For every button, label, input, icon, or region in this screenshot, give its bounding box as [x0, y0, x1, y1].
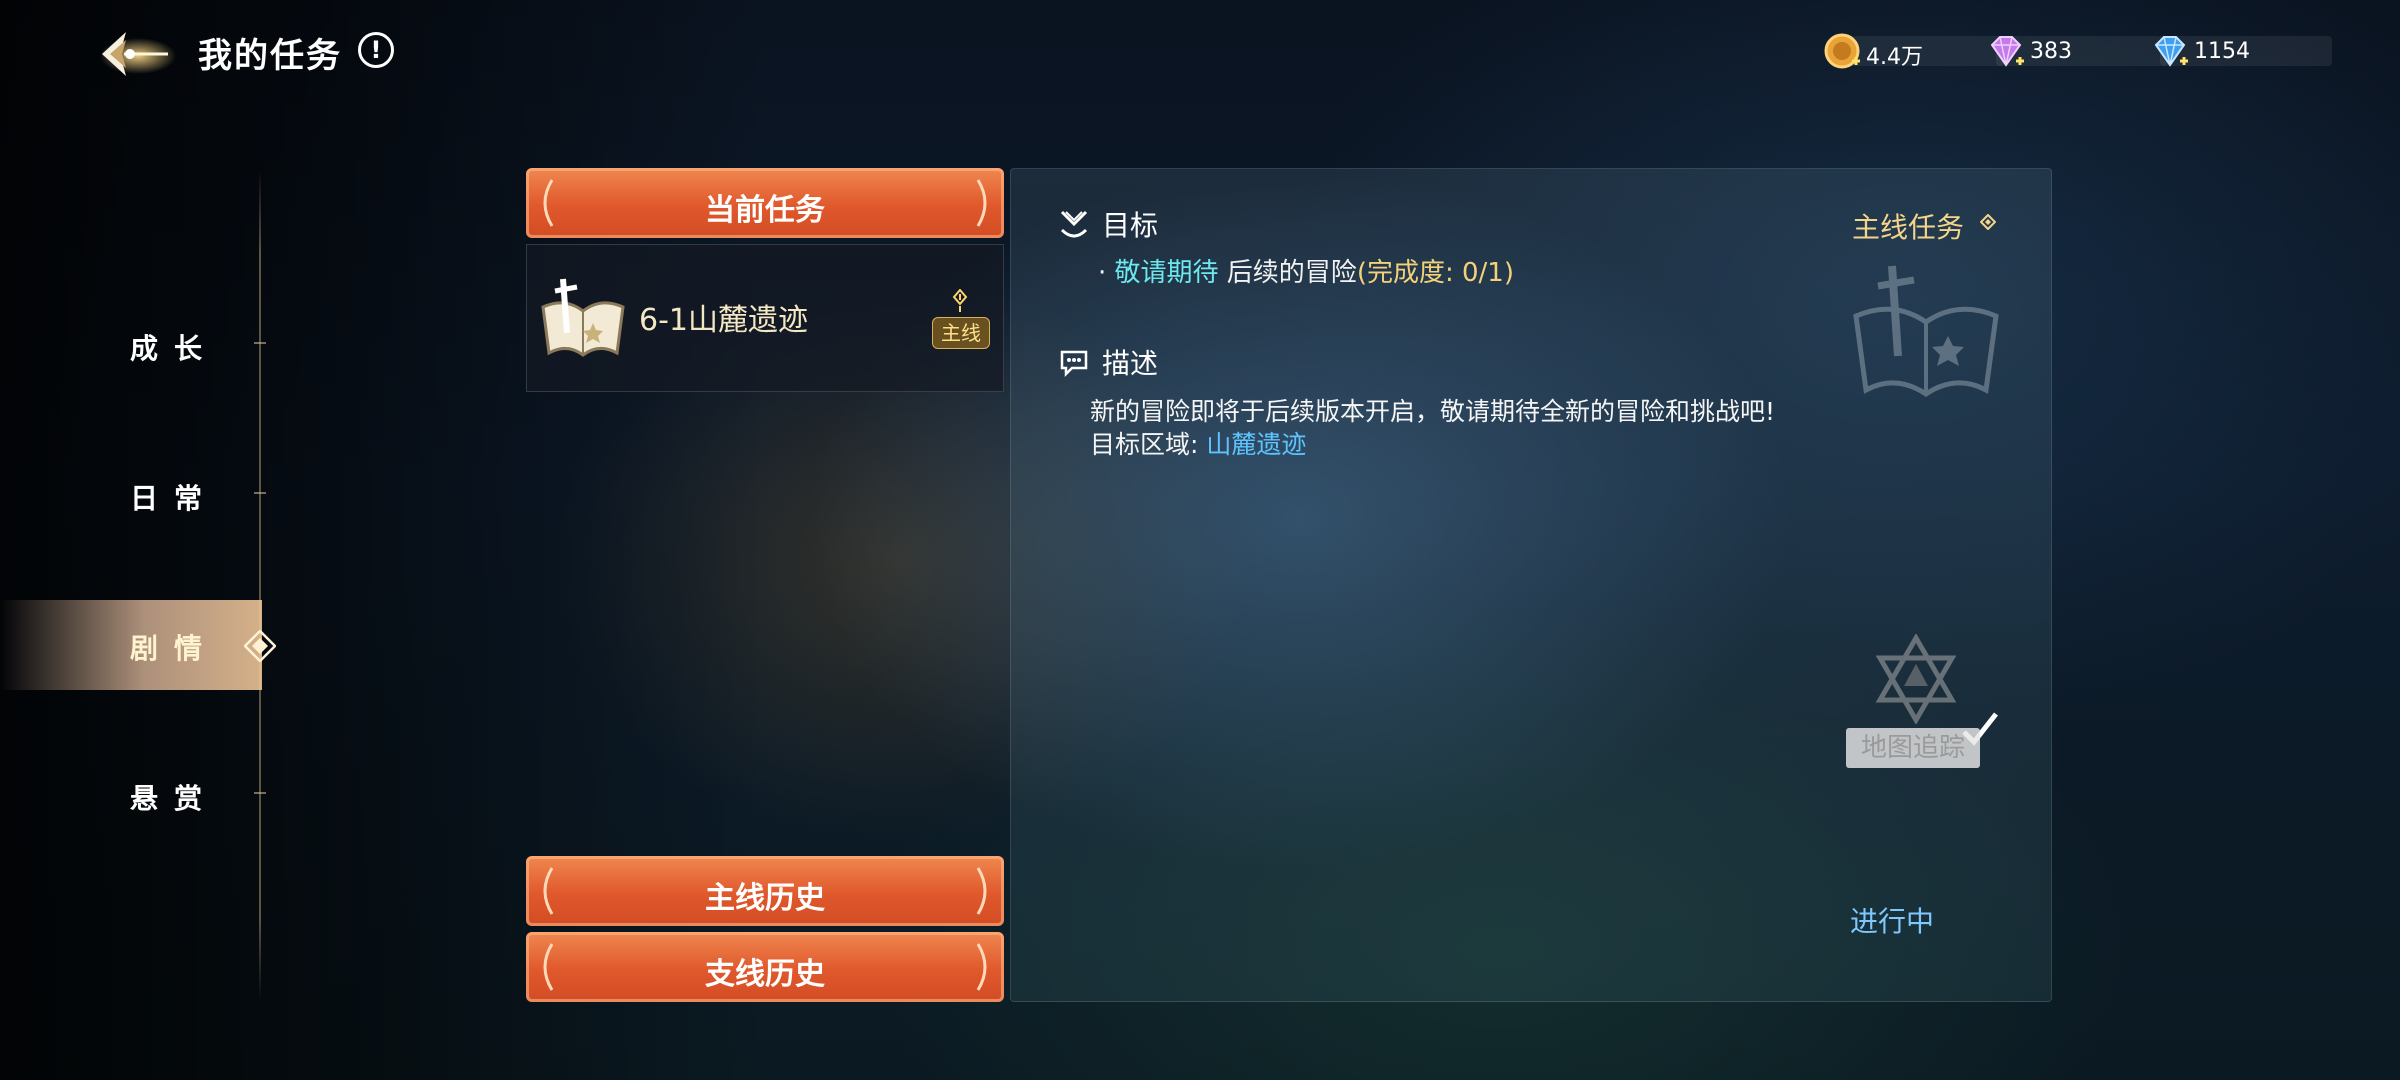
- nav-tab-story[interactable]: 剧情: [0, 600, 262, 690]
- objective-progress: (完成度: 0/1): [1356, 258, 1514, 288]
- active-indicator-diamond-icon: [244, 630, 276, 662]
- blue-diamond-value: 1154: [2194, 39, 2250, 64]
- target-area-line: 目标区域: 山麓遗迹: [1090, 425, 1306, 461]
- nav-tick: [254, 492, 266, 494]
- task-list-item[interactable]: 6-1山麓遗迹 主线: [526, 244, 1004, 392]
- currency-purple-gem[interactable]: 383: [1990, 36, 2168, 67]
- book-sword-icon: [541, 278, 625, 357]
- info-icon[interactable]: !: [358, 32, 394, 68]
- objective-title: 目标: [1102, 209, 1159, 242]
- gold-coin-icon: [1824, 33, 1860, 69]
- task-name: 6-1山麓遗迹: [639, 303, 808, 338]
- button-right-ornament-icon: [976, 867, 987, 915]
- target-area-link[interactable]: 山麓遗迹: [1206, 430, 1306, 459]
- target-area-label: 目标区域:: [1090, 430, 1207, 459]
- page-title: 我的任务: [198, 36, 342, 76]
- description-text: 新的冒险即将于后续版本开启，敬请期待全新的冒险和挑战吧!: [1090, 397, 1776, 426]
- current-tasks-tab[interactable]: 当前任务: [526, 168, 1004, 238]
- nav-tab-growth[interactable]: 成长: [0, 300, 266, 390]
- objective-highlight: 敬请期待: [1114, 258, 1219, 288]
- target-icon: [1060, 210, 1088, 238]
- side-history-label: 支线历史: [705, 957, 825, 992]
- map-track-label: 地图追踪: [1846, 728, 1980, 768]
- purple-gem-value: 383: [2030, 39, 2072, 64]
- quest-type-label: 主线任务: [1852, 211, 1965, 244]
- task-type-badge: 主线: [932, 317, 990, 349]
- quest-status-text: 进行中: [1850, 905, 1935, 938]
- objective-text: 后续的冒险: [1218, 258, 1357, 288]
- objective-line: · 敬请期待 后续的冒险(完成度: 0/1): [1098, 252, 1514, 289]
- map-track-button[interactable]: 地图追踪: [1846, 634, 1998, 774]
- nav-tick: [254, 342, 266, 344]
- small-diamond-icon: [1980, 214, 1996, 230]
- side-history-button[interactable]: 支线历史: [526, 932, 1004, 1002]
- nav-tab-label: 悬赏: [130, 782, 219, 815]
- purple-gem-icon: [1990, 36, 2024, 67]
- main-quest-marker-icon: [952, 289, 968, 312]
- nav-tab-bounty[interactable]: 悬赏: [0, 750, 266, 840]
- currency-blue-diamond[interactable]: 1154: [2154, 36, 2332, 67]
- quest-book-watermark-icon: [1853, 265, 1999, 398]
- speech-bubble-icon: [1060, 350, 1088, 378]
- blue-diamond-icon: [2154, 36, 2188, 67]
- main-history-button[interactable]: 主线历史: [526, 856, 1004, 926]
- back-arrow-icon: [100, 32, 176, 76]
- objective-bullet: ·: [1098, 258, 1107, 288]
- button-right-ornament-icon: [976, 943, 987, 991]
- currency-gold[interactable]: 4.4万: [1824, 33, 2004, 70]
- button-right-ornament-icon: [976, 179, 987, 227]
- back-button[interactable]: [96, 20, 176, 90]
- description-title: 描述: [1102, 347, 1159, 380]
- hexagram-emblem-icon: [1875, 634, 1957, 724]
- nav-divider-line: [259, 170, 261, 1000]
- main-history-label: 主线历史: [705, 881, 825, 916]
- nav-tab-label: 成长: [130, 332, 219, 365]
- nav-tab-daily[interactable]: 日常: [0, 450, 266, 540]
- nav-tick: [254, 792, 266, 794]
- gold-value: 4.4万: [1866, 45, 1923, 70]
- nav-tab-label: 日常: [130, 482, 219, 515]
- nav-tab-label: 剧情: [130, 632, 219, 665]
- current-tasks-label: 当前任务: [705, 193, 825, 228]
